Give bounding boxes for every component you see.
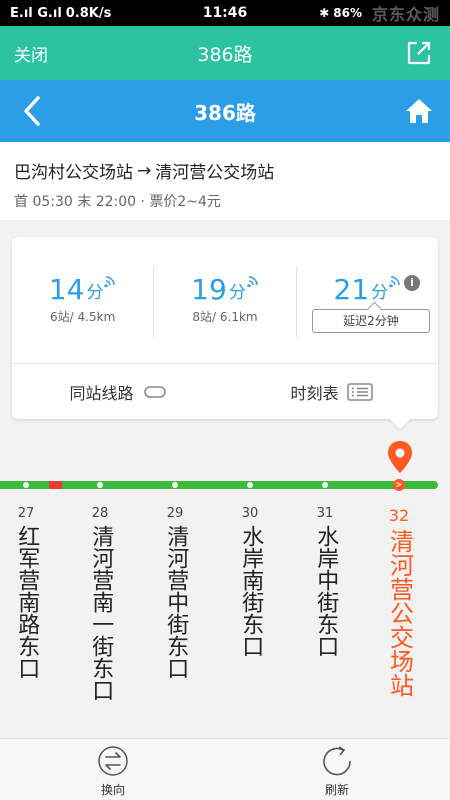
top-bar-title: 386路 <box>197 43 253 66</box>
home-icon[interactable] <box>404 97 434 125</box>
station-name: 清河营中街东口 <box>163 525 189 679</box>
station-item[interactable]: 28 清河营南一街东口 <box>85 506 115 701</box>
station-name: 红军营南路东口 <box>14 525 40 679</box>
switch-direction-icon <box>98 746 128 776</box>
same-station-label: 同站线路 <box>69 383 134 403</box>
station-number: 28 <box>91 506 109 521</box>
status-left: E.ıl G.ıl 0.8K/s <box>10 6 111 21</box>
delay-badge: 延迟2分钟 <box>311 309 430 333</box>
route-direction: 巴沟村公交场站 → 清河营公交场站 <box>14 158 436 184</box>
list-icon <box>346 382 373 401</box>
switch-direction-label: 换向 <box>100 783 125 797</box>
arrival-minutes: 21 <box>333 273 370 306</box>
station-name: 水岸中街东口 <box>313 525 339 657</box>
bluetooth-icon: ✱ <box>319 6 330 20</box>
arrival-detail: 6站/ 4.5km <box>50 310 116 324</box>
station-item[interactable]: 31 水岸中街东口 <box>310 506 340 657</box>
station-item-current[interactable]: 32 清河营公交场站 <box>384 506 414 697</box>
realtime-signal-icon <box>104 276 116 287</box>
signal-indicator: E.ıl G.ıl <box>10 5 62 21</box>
transfer-lines-icon <box>143 385 166 398</box>
station-number: 29 <box>166 506 184 521</box>
arrival-list: 14 分 6站/ 4.5km 19 分 8站/ 6.1km 21 分 i 延迟2分钟 <box>12 237 438 363</box>
station-dot <box>247 482 253 488</box>
timetable-label: 时刻表 <box>290 383 339 403</box>
status-bar: E.ıl G.ıl 0.8K/s 11:46 ✱ 86% 京东众测 <box>0 0 450 26</box>
arrival-detail: 8站/ 6.1km <box>192 310 258 324</box>
watermark: 京东众测 <box>371 5 440 24</box>
realtime-signal-icon <box>247 276 258 287</box>
page-title: 386路 <box>194 100 256 125</box>
route-track <box>0 481 438 489</box>
route-schedule: 首 05:30 末 22:00 · 票价2~4元 <box>14 194 221 210</box>
route-destination: 清河营公交场站 <box>155 163 275 183</box>
station-dot <box>23 482 29 488</box>
timetable-button[interactable]: 时刻表 <box>225 364 438 419</box>
arrival-minutes: 14 <box>48 273 85 306</box>
close-button[interactable]: 关闭 <box>14 41 48 66</box>
network-speed: 0.8K/s <box>65 5 112 21</box>
station-dot <box>97 482 103 488</box>
station-dot <box>322 482 328 488</box>
arrival-unit: 分 <box>228 283 246 303</box>
card-actions: 同站线路 时刻表 <box>12 363 438 419</box>
back-icon[interactable] <box>18 94 48 128</box>
refresh-label: 刷新 <box>324 783 349 797</box>
station-name: 水岸南街东口 <box>238 525 264 657</box>
same-station-lines-button[interactable]: 同站线路 <box>12 364 225 419</box>
route-arrow: → <box>137 160 152 181</box>
share-icon[interactable] <box>406 40 432 66</box>
congestion-segment <box>49 481 62 489</box>
station-item[interactable]: 27 红军营南路东口 <box>11 506 41 679</box>
arrival-unit: 分 <box>371 283 389 303</box>
station-number: 27 <box>17 506 35 521</box>
station-number: 30 <box>241 506 259 521</box>
station-name: 清河营南一街东口 <box>88 525 114 701</box>
refresh-icon <box>323 746 351 776</box>
info-icon[interactable]: i <box>403 275 420 291</box>
location-pin-icon <box>388 441 412 473</box>
station-dot <box>172 482 178 488</box>
switch-direction-button[interactable]: 换向 <box>83 745 143 798</box>
status-right: ✱ 86% 京东众测 <box>319 0 440 26</box>
arrival-item-2[interactable]: 19 分 8站/ 6.1km <box>153 267 295 337</box>
station-item[interactable]: 29 清河营中街东口 <box>160 506 190 679</box>
arrival-item-1[interactable]: 14 分 6站/ 4.5km <box>12 237 153 363</box>
station-number: 32 <box>388 506 410 525</box>
arrival-item-3[interactable]: 21 分 i 延迟2分钟 <box>295 267 438 337</box>
station-name: 清河营公交场站 <box>385 529 414 697</box>
nav-bar: 386路 <box>0 80 450 142</box>
station-number: 31 <box>316 506 334 521</box>
route-info: 巴沟村公交场站 → 清河营公交场站 首 05:30 末 22:00 · 票价2~… <box>0 142 450 220</box>
station-item[interactable]: 30 水岸南街东口 <box>235 506 265 657</box>
arrival-unit: 分 <box>86 283 104 303</box>
web-top-bar: 关闭 386路 <box>0 26 450 80</box>
arrival-minutes: 19 <box>191 273 227 306</box>
current-station-marker: > <box>393 479 405 491</box>
bottom-bar: 换向 刷新 <box>0 738 450 800</box>
arrival-card: 14 分 6站/ 4.5km 19 分 8站/ 6.1km 21 分 i 延迟2分钟 … <box>12 237 438 419</box>
refresh-button[interactable]: 刷新 <box>307 745 367 798</box>
battery-level: 86% <box>333 6 362 20</box>
realtime-signal-icon <box>389 276 400 287</box>
route-origin: 巴沟村公交场站 <box>14 163 133 183</box>
